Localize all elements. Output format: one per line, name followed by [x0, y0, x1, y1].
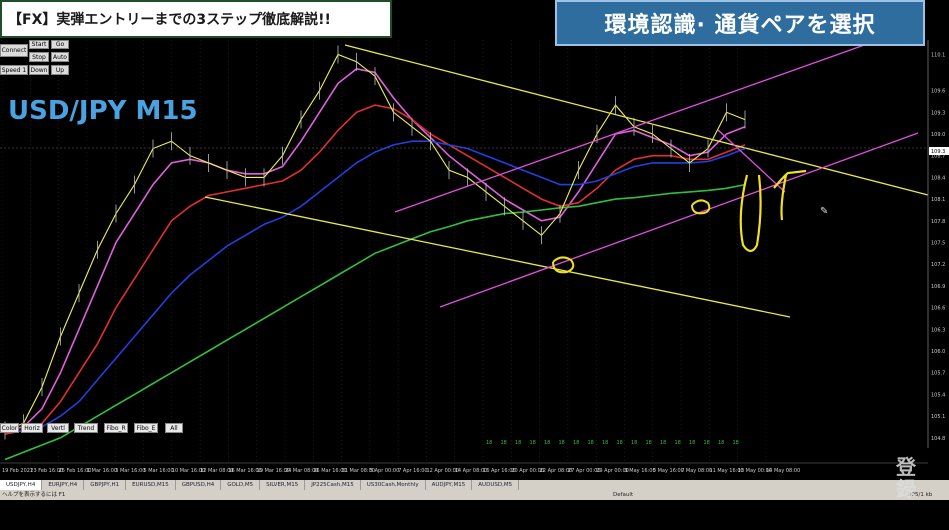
x-tick-label: 19 Feb 2021 — [2, 468, 33, 474]
go-button[interactable]: Go — [51, 40, 69, 49]
y-tick-label: 109.3 — [931, 110, 945, 116]
y-tick-label: 110.1 — [931, 52, 945, 58]
status-help-text: ヘルプを表示するには F1 — [2, 492, 66, 498]
symbol-label: USD/JPY M15 — [8, 96, 198, 126]
stop-button[interactable]: Stop — [29, 52, 49, 62]
y-tick-label: 106.9 — [931, 284, 945, 290]
signal-marker: 18 — [602, 440, 608, 446]
y-tick-label: 105.1 — [931, 414, 945, 420]
tool-fibo-r-button[interactable]: Fibo_R — [104, 423, 128, 433]
subscribe-char-1: 登 — [896, 455, 916, 479]
speed-button[interactable]: Speed 1 — [0, 65, 28, 75]
tab-audusd-m5[interactable]: AUDUSD,M5 — [472, 480, 520, 490]
tab-gbpusd-h4[interactable]: GBPUSD,H4 — [176, 480, 222, 490]
y-tick-label: 107.2 — [931, 262, 945, 268]
status-bar: ヘルプを表示するには F1 Default 995/1 kb — [0, 490, 949, 500]
tool-trend-button[interactable]: Trend — [74, 423, 98, 433]
tab-usdjpy-h4[interactable]: USDJPY,H4 — [0, 480, 43, 490]
up-button[interactable]: Up — [51, 65, 69, 75]
status-profile: Default — [613, 492, 634, 498]
video-bottom-area — [0, 500, 949, 530]
x-tick-label: 1 Mar 16:00 — [87, 468, 117, 474]
x-tick-label: 5 May 16:00 — [653, 468, 684, 474]
tab-jp225-m15[interactable]: JP225Cash,M15 — [305, 480, 361, 490]
x-tick-label: 7 May 08:00 — [681, 468, 712, 474]
tool-vertl-button[interactable]: Vertl — [47, 423, 69, 433]
y-tick-label: 109.6 — [931, 89, 945, 95]
price-chart[interactable]: ✎ 110.1109.6109.3109.0108.7108.4108.1107… — [0, 0, 949, 530]
connect-button[interactable]: Connect — [0, 44, 28, 57]
y-tick-label: 108.4 — [931, 175, 945, 181]
tool-fibo-e-button[interactable]: Fibo_E — [134, 423, 158, 433]
tool-horiz-button[interactable]: Horiz — [21, 423, 43, 433]
y-tick-label: 109.0 — [931, 132, 945, 138]
signal-marker: 18 — [544, 440, 550, 446]
subscribe-char-2: 録 — [896, 477, 916, 501]
y-tick-label: 105.7 — [931, 371, 945, 377]
tool-color-button[interactable]: Color — [0, 423, 19, 433]
signal-marker: 18 — [660, 440, 666, 446]
banner-title: 【FX】実弾エントリーまでの3ステップ徹底解説!! — [8, 12, 331, 28]
y-tick-label: 106.0 — [931, 349, 945, 355]
signal-marker: 18 — [573, 440, 579, 446]
signal-marker: 18 — [515, 440, 521, 446]
tab-eurjpy-h4[interactable]: EURJPY,H4 — [42, 480, 85, 490]
y-tick-label: 104.8 — [931, 436, 945, 442]
y-tick-label: 106.3 — [931, 327, 945, 333]
tab-silver-m15[interactable]: SILVER,M15 — [260, 480, 306, 490]
tab-gold-m5[interactable]: GOLD,M5 — [221, 480, 261, 490]
signal-marker: 18 — [486, 440, 492, 446]
signal-marker: 18 — [559, 440, 565, 446]
down-button[interactable]: Down — [29, 65, 49, 75]
signal-marker: 18 — [704, 440, 710, 446]
subscribe-overlay[interactable]: 登 録 — [878, 456, 934, 500]
y-tick-label: 107.8 — [931, 219, 945, 225]
video-banner: 【FX】実弾エントリーまでの3ステップ徹底解説!! — [0, 0, 392, 38]
start-button[interactable]: Start — [29, 40, 49, 49]
chart-tabs: USDJPY,H4 EURJPY,H4 GBPJPY,H1 EURUSD,M15… — [0, 480, 949, 490]
section-title: 環境認識· 通貨ペアを選択 — [555, 0, 925, 46]
y-tick-label: 107.5 — [931, 241, 945, 247]
y-tick-label: 106.6 — [931, 306, 945, 312]
x-tick-label: 5 Mar 16:00 — [143, 468, 173, 474]
pencil-cursor-icon: ✎ — [820, 206, 828, 217]
x-tick-label: 3 Mar 16:00 — [115, 468, 145, 474]
signal-marker: 18 — [530, 440, 536, 446]
signal-marker: 18 — [617, 440, 623, 446]
tool-all-button[interactable]: All — [165, 423, 183, 433]
signal-marker: 18 — [718, 440, 724, 446]
section-title-text: 環境認識· 通貨ペアを選択 — [604, 13, 876, 38]
signal-marker: 18 — [501, 440, 507, 446]
tab-eurusd-m15[interactable]: EURUSD,M15 — [126, 480, 176, 490]
current-price-label: 109.3 — [931, 149, 945, 155]
y-tick-label: 108.1 — [931, 197, 945, 203]
signal-marker: 18 — [675, 440, 681, 446]
tab-gbpjpy-h1[interactable]: GBPJPY,H1 — [84, 480, 127, 490]
x-tick-label: 5 Apr 00:00 — [370, 468, 399, 474]
auto-button[interactable]: Auto — [51, 52, 69, 62]
signal-marker: 18 — [588, 440, 594, 446]
signal-marker: 18 — [646, 440, 652, 446]
x-tick-label: 3 May 16:00 — [625, 468, 656, 474]
signal-marker: 18 — [689, 440, 695, 446]
x-tick-label: 14 May 08:00 — [766, 468, 800, 474]
signal-marker: 18 — [631, 440, 637, 446]
signal-marker: 18 — [733, 440, 739, 446]
tab-audjpy-m15[interactable]: AUDJPY,M15 — [426, 480, 473, 490]
tab-us30-monthly[interactable]: US30Cash,Monthly — [361, 480, 426, 490]
y-tick-label: 105.4 — [931, 392, 945, 398]
x-tick-label: 7 Apr 16:00 — [398, 468, 427, 474]
